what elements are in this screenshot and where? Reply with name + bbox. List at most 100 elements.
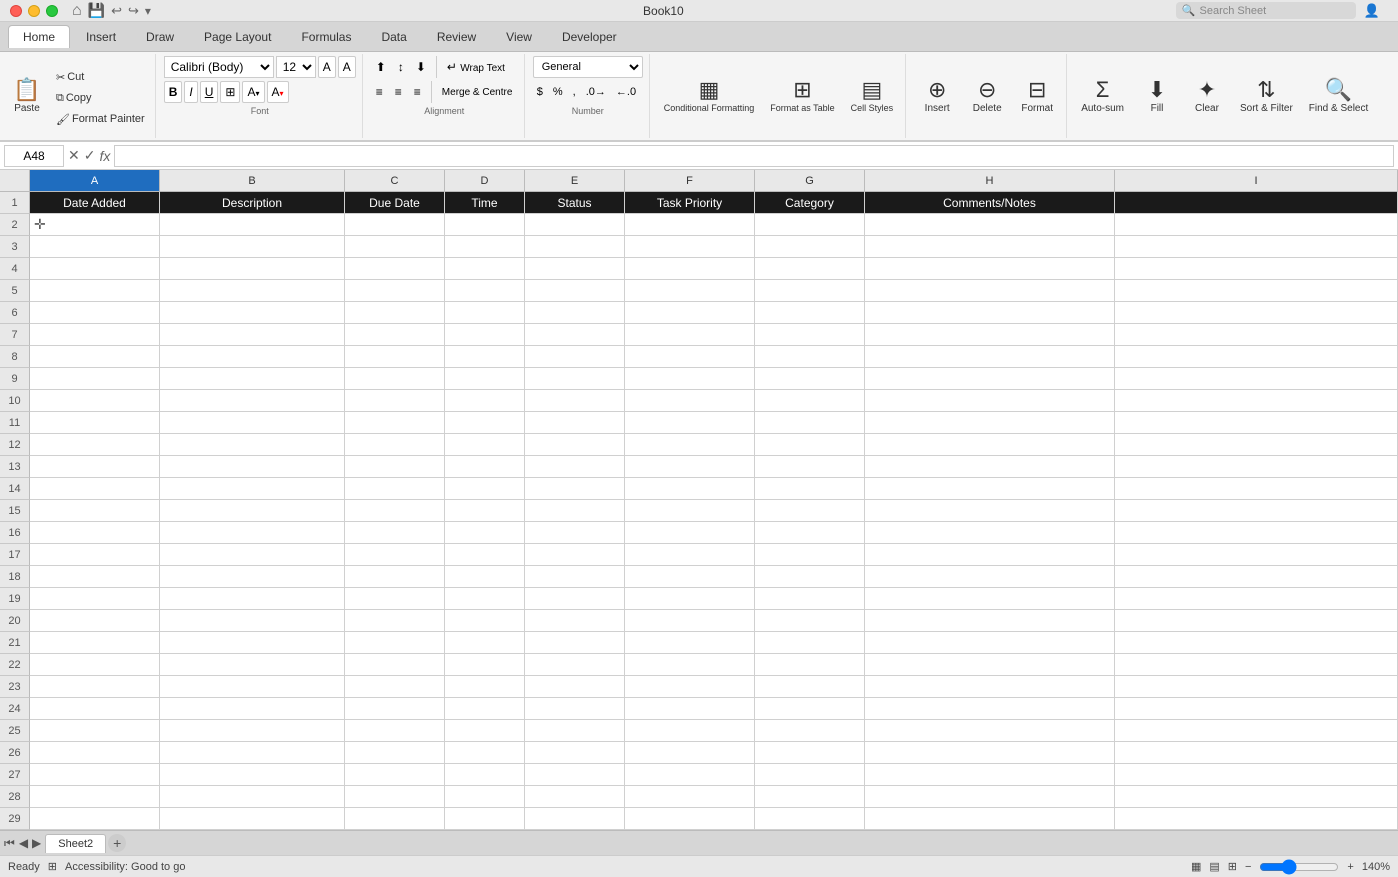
cell-d7[interactable] [445, 324, 525, 346]
cell-f24[interactable] [625, 698, 755, 720]
cell-i10[interactable] [1115, 390, 1398, 412]
cell-b19[interactable] [160, 588, 345, 610]
cell-d3[interactable] [445, 236, 525, 258]
tab-data[interactable]: Data [367, 26, 420, 48]
customize-icon[interactable]: ▾ [145, 4, 151, 18]
cell-a15[interactable] [30, 500, 160, 522]
row-num-6[interactable]: 6 [0, 302, 30, 324]
cut-button[interactable]: ✂ Cut [52, 67, 149, 87]
cell-d13[interactable] [445, 456, 525, 478]
cell-b2[interactable] [160, 214, 345, 236]
cell-e19[interactable] [525, 588, 625, 610]
cell-g29[interactable] [755, 808, 865, 830]
cell-h19[interactable] [865, 588, 1115, 610]
cell-b23[interactable] [160, 676, 345, 698]
col-header-i[interactable]: I [1115, 170, 1398, 192]
cell-b20[interactable] [160, 610, 345, 632]
cell-h7[interactable] [865, 324, 1115, 346]
confirm-formula-icon[interactable]: ✓ [84, 147, 96, 164]
cell-a21[interactable] [30, 632, 160, 654]
maximize-button[interactable] [46, 5, 58, 17]
sort-filter-button[interactable]: ⇅ Sort & Filter [1234, 62, 1299, 130]
cell-c25[interactable] [345, 720, 445, 742]
row-num-18[interactable]: 18 [0, 566, 30, 588]
cell-e8[interactable] [525, 346, 625, 368]
cell-h28[interactable] [865, 786, 1115, 808]
cancel-formula-icon[interactable]: ✕ [68, 147, 80, 164]
format-button[interactable]: ⊟ Format [1014, 62, 1060, 130]
cell-e26[interactable] [525, 742, 625, 764]
cell-d21[interactable] [445, 632, 525, 654]
zoom-out-icon[interactable]: − [1245, 861, 1251, 873]
cell-d1[interactable]: Time [445, 192, 525, 214]
tab-developer[interactable]: Developer [548, 26, 631, 48]
row-num-11[interactable]: 11 [0, 412, 30, 434]
cell-d23[interactable] [445, 676, 525, 698]
cell-e6[interactable] [525, 302, 625, 324]
cell-g17[interactable] [755, 544, 865, 566]
currency-button[interactable]: $ [533, 81, 547, 103]
cell-b5[interactable] [160, 280, 345, 302]
cell-b17[interactable] [160, 544, 345, 566]
cell-g10[interactable] [755, 390, 865, 412]
cell-e28[interactable] [525, 786, 625, 808]
cell-a12[interactable] [30, 434, 160, 456]
cell-h9[interactable] [865, 368, 1115, 390]
underline-button[interactable]: U [200, 81, 219, 103]
row-num-13[interactable]: 13 [0, 456, 30, 478]
cell-g11[interactable] [755, 412, 865, 434]
cell-d11[interactable] [445, 412, 525, 434]
cell-c19[interactable] [345, 588, 445, 610]
percent-button[interactable]: % [549, 81, 567, 103]
cell-b7[interactable] [160, 324, 345, 346]
cell-f17[interactable] [625, 544, 755, 566]
col-header-c[interactable]: C [345, 170, 445, 192]
cell-f29[interactable] [625, 808, 755, 830]
cell-g23[interactable] [755, 676, 865, 698]
cell-i18[interactable] [1115, 566, 1398, 588]
cell-a11[interactable] [30, 412, 160, 434]
cell-b24[interactable] [160, 698, 345, 720]
cell-e27[interactable] [525, 764, 625, 786]
cell-c29[interactable] [345, 808, 445, 830]
cell-h29[interactable] [865, 808, 1115, 830]
font-size-selector[interactable]: 12 [276, 56, 316, 78]
cell-e20[interactable] [525, 610, 625, 632]
cell-a6[interactable] [30, 302, 160, 324]
cell-d15[interactable] [445, 500, 525, 522]
row-num-7[interactable]: 7 [0, 324, 30, 346]
tab-view[interactable]: View [492, 26, 546, 48]
cell-b21[interactable] [160, 632, 345, 654]
undo-icon[interactable]: ↩ [111, 3, 122, 19]
cell-e24[interactable] [525, 698, 625, 720]
cell-d22[interactable] [445, 654, 525, 676]
cell-g12[interactable] [755, 434, 865, 456]
cell-e17[interactable] [525, 544, 625, 566]
cell-f2[interactable] [625, 214, 755, 236]
fill-button[interactable]: ⬇ Fill [1134, 62, 1180, 130]
cell-g9[interactable] [755, 368, 865, 390]
bold-button[interactable]: B [164, 81, 183, 103]
cell-g7[interactable] [755, 324, 865, 346]
row-num-16[interactable]: 16 [0, 522, 30, 544]
cell-h20[interactable] [865, 610, 1115, 632]
row-num-1[interactable]: 1 [0, 192, 30, 214]
font-color-button[interactable]: A▾ [267, 81, 289, 103]
close-button[interactable] [10, 5, 22, 17]
cell-d14[interactable] [445, 478, 525, 500]
cell-d20[interactable] [445, 610, 525, 632]
cell-i27[interactable] [1115, 764, 1398, 786]
cell-c10[interactable] [345, 390, 445, 412]
cell-g27[interactable] [755, 764, 865, 786]
cell-c16[interactable] [345, 522, 445, 544]
sheet-tab-sheet2[interactable]: Sheet2 [45, 834, 106, 853]
cell-c24[interactable] [345, 698, 445, 720]
cell-e18[interactable] [525, 566, 625, 588]
row-num-17[interactable]: 17 [0, 544, 30, 566]
cell-c12[interactable] [345, 434, 445, 456]
cell-d18[interactable] [445, 566, 525, 588]
find-select-button[interactable]: 🔍 Find & Select [1303, 62, 1374, 130]
cell-i28[interactable] [1115, 786, 1398, 808]
cell-a13[interactable] [30, 456, 160, 478]
cell-f15[interactable] [625, 500, 755, 522]
